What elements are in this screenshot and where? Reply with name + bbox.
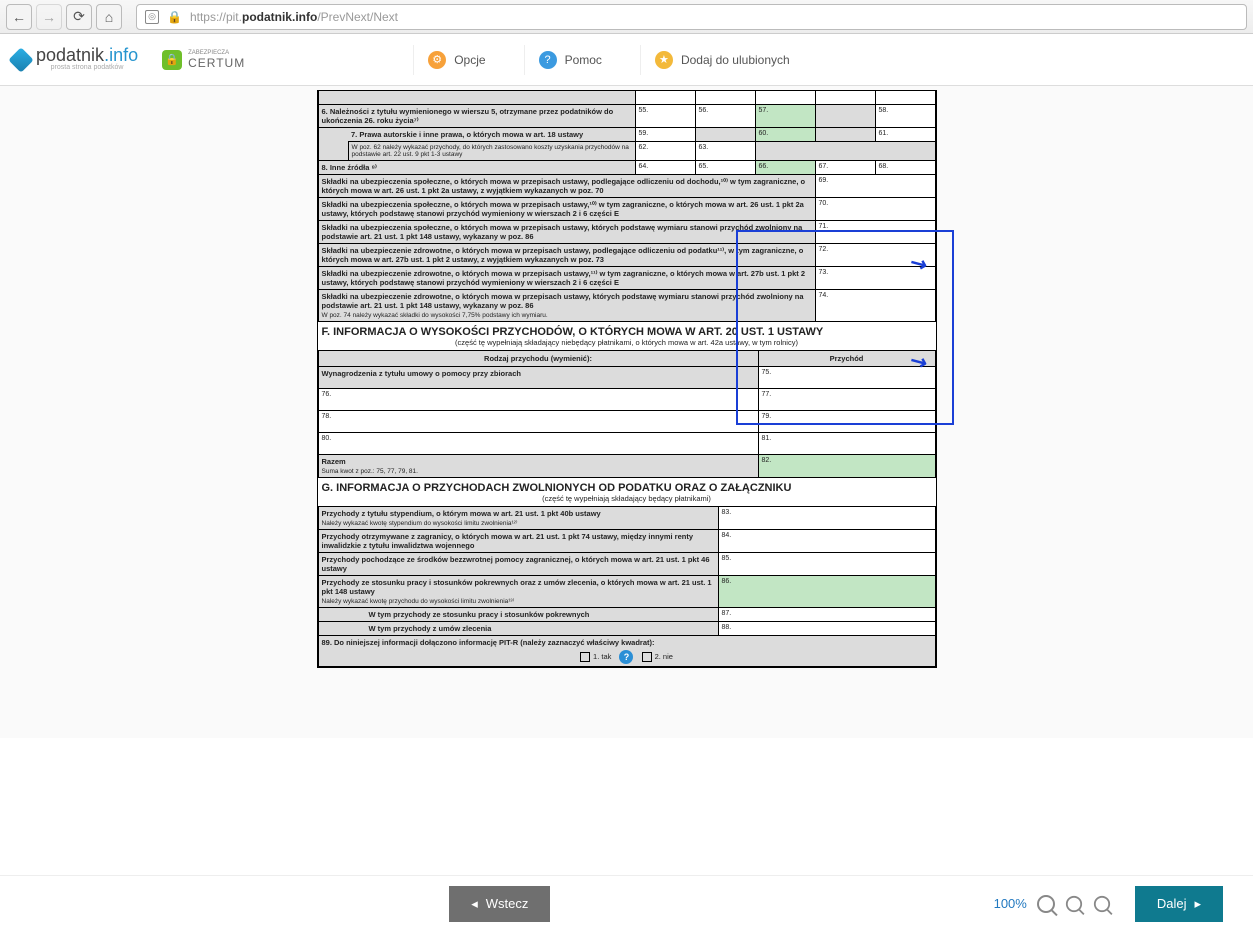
logo-sub: prosta strona podatków [36, 64, 138, 74]
cell-66[interactable]: 66. [755, 161, 815, 175]
cell-85[interactable]: 85. [718, 553, 935, 576]
row8-label: 8. Inne źródła ⁸⁾ [318, 161, 635, 175]
toolbar-opcje[interactable]: ⚙Opcje [413, 45, 499, 75]
cell-79[interactable]: 79. [758, 411, 935, 433]
g89: 89. Do niniejszej informacji dołączono i… [318, 636, 935, 667]
cell-57[interactable]: 57. [755, 105, 815, 128]
cell-73[interactable]: 73. [815, 267, 935, 290]
row71-label: Składki na ubezpieczenia społeczne, o kt… [318, 221, 815, 244]
row69-label: Składki na ubezpieczenia społeczne, o kt… [318, 175, 815, 198]
help-icon-89[interactable]: ? [619, 650, 633, 664]
star-icon: ★ [655, 51, 673, 69]
checkbox-tak[interactable] [580, 652, 590, 662]
zoom-value: 100% [994, 896, 1027, 911]
zoom-reset-icon[interactable] [1037, 895, 1055, 913]
section-g-table: Przychody z tytułu stypendium, o którym … [318, 506, 936, 667]
url-bar[interactable]: ◎ 🔒 https://pit.podatnik.info/PrevNext/N… [136, 4, 1247, 30]
row7b-label: W poz. 62 należy wykazać przychody, do k… [348, 142, 635, 161]
cell-64[interactable]: 64. [635, 161, 695, 175]
section-g-sub: (część tę wypełniają składający będący p… [318, 494, 936, 506]
shield-icon: ◎ [145, 10, 159, 24]
cell-86[interactable]: 86. [718, 576, 935, 608]
cell-80[interactable]: 80. [318, 433, 758, 455]
f-col1: Rodzaj przychodu (wymienić): [318, 351, 758, 367]
row6-label: 6. Należności z tytułu wymienionego w wi… [318, 105, 635, 128]
cell-68[interactable]: 68. [875, 161, 935, 175]
gear-icon: ⚙ [428, 51, 446, 69]
row73-label: Składki na ubezpieczenie zdrowotne, o kt… [318, 267, 815, 290]
help-icon: ? [539, 51, 557, 69]
f-razem: RazemSuma kwot z poz.: 75, 77, 79, 81. [318, 455, 758, 478]
zoom-out-icon[interactable] [1066, 895, 1082, 911]
cell-77[interactable]: 77. [758, 389, 935, 411]
g85: Przychody pochodzące ze środków bezzwrot… [318, 553, 718, 576]
toolbar-pomoc[interactable]: ?Pomoc [524, 45, 616, 75]
section-e-table: 6. Należności z tytułu wymienionego w wi… [318, 91, 936, 322]
cell-58[interactable]: 58. [875, 105, 935, 128]
g84: Przychody otrzymywane z zagranicy, o któ… [318, 530, 718, 553]
app-toolbar: podatnik.info prosta strona podatków 🔒 Z… [0, 34, 1253, 86]
zoom-controls: 100% [994, 895, 1111, 913]
checkbox-nie[interactable] [642, 652, 652, 662]
next-button[interactable]: Dalej▸ [1135, 886, 1223, 922]
certum-badge: 🔒 ZABEZPIECZACERTUM [162, 50, 245, 70]
nav-home[interactable]: ⌂ [96, 4, 122, 30]
section-f-table: Rodzaj przychodu (wymienić): Przychód Wy… [318, 350, 936, 478]
g86: Przychody ze stosunku pracy i stosunków … [318, 576, 718, 608]
cell-74[interactable]: 74. [815, 290, 935, 322]
f-row1: Wynagrodzenia z tytułu umowy o pomocy pr… [318, 367, 758, 389]
certum-lock-icon: 🔒 [162, 50, 182, 70]
row70-label: Składki na ubezpieczenia społeczne, o kt… [318, 198, 815, 221]
form-sheet: 6. Należności z tytułu wymienionego w wi… [317, 90, 937, 668]
cell-70[interactable]: 70. [815, 198, 935, 221]
back-button[interactable]: ◂Wstecz [449, 886, 550, 922]
cell-81[interactable]: 81. [758, 433, 935, 455]
cell-55[interactable]: 55. [635, 105, 695, 128]
row74-label: Składki na ubezpieczenie zdrowotne, o kt… [318, 290, 815, 322]
cell-56[interactable]: 56. [695, 105, 755, 128]
g83: Przychody z tytułu stypendium, o którym … [318, 507, 718, 530]
cell-65[interactable]: 65. [695, 161, 755, 175]
cell-63[interactable]: 63. [695, 142, 755, 161]
cell-83[interactable]: 83. [718, 507, 935, 530]
nav-reload[interactable]: ⟳ [66, 4, 92, 30]
cell-82[interactable]: 82. [758, 455, 935, 478]
logo[interactable]: podatnik.info prosta strona podatków [12, 45, 138, 74]
g88: W tym przychody z umów zlecenia [318, 622, 718, 636]
cell-59[interactable]: 59. [635, 128, 695, 142]
nav-back[interactable]: ← [6, 4, 32, 30]
cell-72[interactable]: 72. [815, 244, 935, 267]
section-g-title: G. INFORMACJA O PRZYCHODACH ZWOLNIONYCH … [318, 478, 936, 494]
cell-87[interactable]: 87. [718, 608, 935, 622]
chevron-left-icon: ◂ [471, 896, 478, 912]
section-f-title: F. INFORMACJA O WYSOKOŚCI PRZYCHODÓW, O … [318, 322, 936, 338]
url-text: https://pit.podatnik.info/PrevNext/Next [190, 10, 398, 24]
row72-label: Składki na ubezpieczenie zdrowotne, o kt… [318, 244, 815, 267]
f-col2: Przychód [758, 351, 935, 367]
cell-67[interactable]: 67. [815, 161, 875, 175]
nav-forward[interactable]: → [36, 4, 62, 30]
section-f-sub: (część tę wypełniają składający niebędąc… [318, 338, 936, 350]
g87: W tym przychody ze stosunku pracy i stos… [318, 608, 718, 622]
row7-label: 7. Prawa autorskie i inne prawa, o który… [348, 128, 635, 142]
cell-61[interactable]: 61. [875, 128, 935, 142]
cell-69[interactable]: 69. [815, 175, 935, 198]
footer: ◂Wstecz 100% Dalej▸ [0, 875, 1253, 931]
logo-icon [8, 47, 33, 72]
cell-75[interactable]: 75. [758, 367, 935, 389]
cell-88[interactable]: 88. [718, 622, 935, 636]
chevron-right-icon: ▸ [1194, 896, 1201, 912]
cell-60[interactable]: 60. [755, 128, 815, 142]
cell-84[interactable]: 84. [718, 530, 935, 553]
lock-icon: 🔒 [167, 10, 182, 24]
cell-78[interactable]: 78. [318, 411, 758, 433]
toolbar-fav[interactable]: ★Dodaj do ulubionych [640, 45, 804, 75]
cell-71[interactable]: 71. [815, 221, 935, 244]
cell-76[interactable]: 76. [318, 389, 758, 411]
cell-62[interactable]: 62. [635, 142, 695, 161]
zoom-in-icon[interactable] [1094, 895, 1110, 911]
browser-chrome: ← → ⟳ ⌂ ◎ 🔒 https://pit.podatnik.info/Pr… [0, 0, 1253, 34]
